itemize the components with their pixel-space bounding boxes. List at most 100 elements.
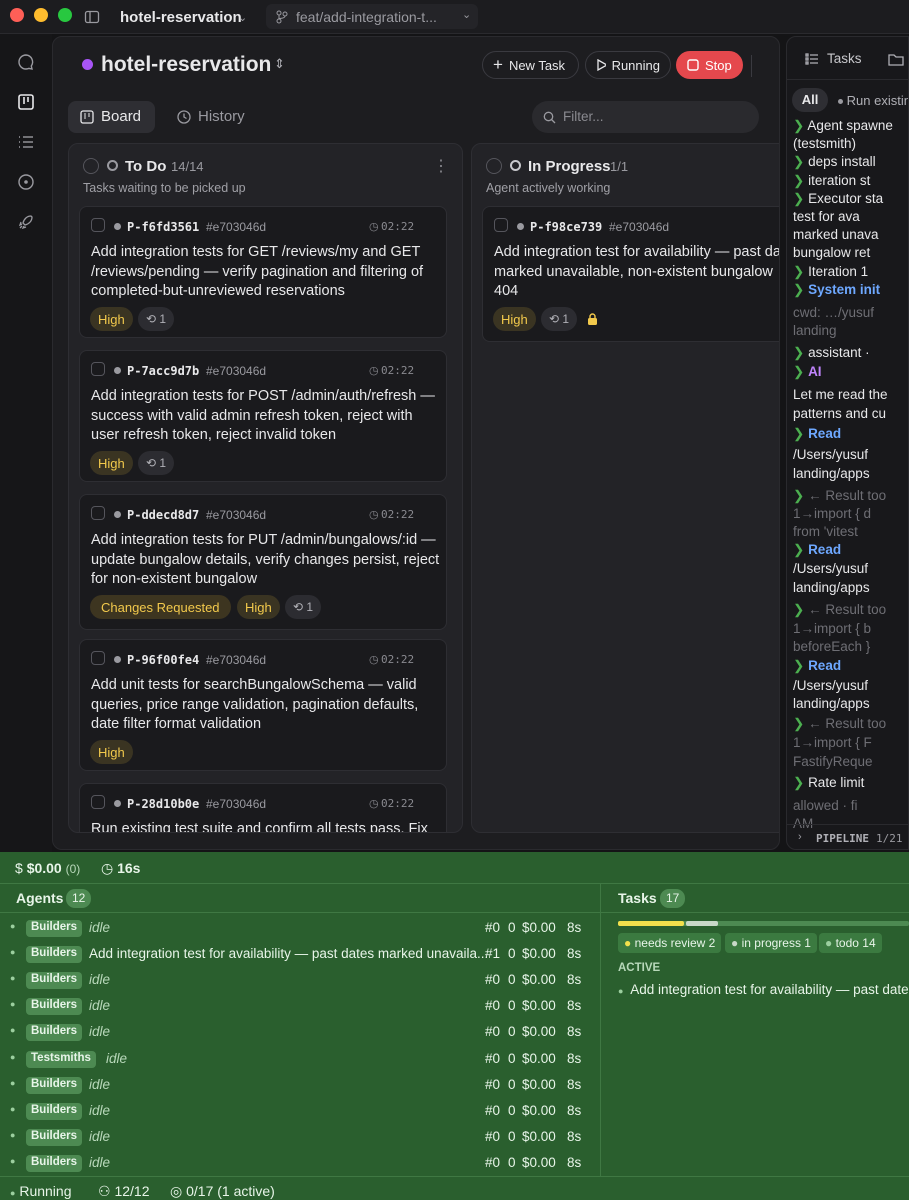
agent-role-badge: Builders	[26, 1154, 83, 1172]
task-card[interactable]: P-96f00fe4 #e703046d ◷ 02:22 Add unit te…	[79, 639, 447, 771]
task-log-panel: Tasks All Run existin ❯ Agent spawne (te…	[786, 36, 909, 850]
log-line: /Users/yusuf	[793, 678, 869, 693]
chevron-icon: ❯	[793, 190, 805, 206]
agent-row[interactable]: ● Testsmiths idle #0 0 $0.00 8s	[0, 1047, 600, 1073]
more-icon[interactable]: ⋮	[433, 156, 449, 176]
folder-icon[interactable]	[888, 52, 904, 66]
task-checkbox[interactable]	[91, 651, 105, 665]
agent-task: idle	[89, 920, 111, 935]
board-icon[interactable]	[16, 92, 36, 112]
column-select-checkbox[interactable]	[486, 158, 502, 174]
agent-count: 0	[508, 1102, 516, 1118]
chip-todo[interactable]: ● todo 14	[819, 933, 882, 953]
new-task-button[interactable]: + New Task	[482, 51, 579, 79]
task-checkbox[interactable]	[91, 506, 105, 520]
task-title: Add integration tests for GET /reviews/m…	[91, 244, 424, 299]
page-title: hotel-reservation	[101, 53, 272, 76]
agent-time: 8s	[567, 946, 582, 962]
nav-rail	[0, 34, 52, 852]
pipeline-count: 1/21	[876, 832, 903, 845]
agent-count: 0	[508, 1154, 516, 1170]
divider	[601, 912, 909, 913]
agent-row[interactable]: ● Builders idle #0 0 $0.00 8s	[0, 1020, 600, 1046]
tab-board[interactable]: Board	[68, 101, 155, 133]
target-icon[interactable]	[16, 172, 36, 192]
agent-row[interactable]: ● Builders idle #0 0 $0.00 8s	[0, 1073, 600, 1099]
divider	[600, 884, 601, 1176]
task-card[interactable]: P-f98ce739 #e703046d Add integration tes…	[482, 206, 780, 342]
task-card[interactable]: P-ddecd8d7 #e703046d ◷ 02:22 Add integra…	[79, 494, 447, 630]
task-id: P-7acc9d7b	[127, 364, 200, 378]
stop-button[interactable]: Stop	[676, 51, 743, 79]
filter-all-chip[interactable]: All	[792, 88, 828, 112]
filter-run-existing-chip[interactable]: Run existin	[838, 93, 908, 108]
status-dot: ●	[10, 921, 16, 931]
agent-row[interactable]: ● Builders idle #0 0 $0.00 8s	[0, 1151, 600, 1177]
agent-row[interactable]: ● Builders idle #0 0 $0.00 8s	[0, 1099, 600, 1125]
task-title: Add integration test for availability — …	[494, 244, 780, 299]
divider	[0, 912, 600, 913]
task-card[interactable]: P-7acc9d7b #e703046d ◷ 02:22 Add integra…	[79, 350, 447, 482]
divider	[751, 55, 752, 77]
sidebar-toggle-icon[interactable]	[84, 9, 100, 25]
task-checkbox[interactable]	[91, 362, 105, 376]
agent-row[interactable]: ● Builders idle #0 0 $0.00 8s	[0, 916, 600, 942]
agent-time: 8s	[567, 920, 582, 935]
column-todo: To Do 14/14 ⋮ Tasks waiting to be picked…	[68, 143, 463, 833]
agent-count: 0	[508, 1076, 516, 1092]
play-icon	[597, 59, 606, 71]
task-title: Add integration tests for PUT /admin/bun…	[91, 532, 440, 587]
active-task[interactable]: ● Add integration test for availability …	[618, 982, 909, 997]
agent-row[interactable]: ● Builders idle #0 0 $0.00 8s	[0, 1125, 600, 1151]
tab-tasks[interactable]: Tasks	[827, 51, 862, 66]
column-in-progress: In Progress 1/1 Agent actively working P…	[471, 143, 780, 833]
agent-row[interactable]: ● Builders idle #0 0 $0.00 8s	[0, 994, 600, 1020]
project-selector[interactable]: hotel-reservation	[120, 9, 242, 26]
agent-number: #0	[485, 1024, 501, 1040]
task-checkbox[interactable]	[494, 218, 508, 232]
log-line: ❯ ← Result too	[793, 602, 887, 617]
agent-task: idle	[89, 1102, 111, 1118]
task-title: Run existing test suite and confirm all …	[91, 821, 428, 833]
pipeline-bar[interactable]: › PIPELINE 1/21	[787, 824, 908, 849]
zoom-window-button[interactable]	[58, 8, 72, 22]
chat-icon[interactable]	[16, 52, 36, 72]
chip-in-progress[interactable]: ● in progress 1	[725, 933, 817, 953]
agent-number: #0	[485, 1102, 501, 1118]
agent-count: 0	[508, 946, 516, 962]
list-icon[interactable]	[16, 132, 36, 152]
task-card[interactable]: P-28d10b0e #e703046d ◷ 02:22 Run existin…	[79, 783, 447, 833]
status-dot	[114, 223, 121, 230]
active-label: ACTIVE	[618, 962, 661, 974]
branch-selector[interactable]: feat/add-integration-t... ⌄	[266, 4, 478, 29]
agent-count: 0	[508, 972, 516, 988]
tab-history[interactable]: History	[165, 101, 255, 133]
filter-input[interactable]: Filter...	[532, 101, 759, 133]
agent-cost: $0.00	[522, 1128, 556, 1144]
column-select-checkbox[interactable]	[83, 158, 99, 174]
chevron-icon: ❯	[793, 602, 809, 617]
log-line: FastifyReque	[793, 754, 873, 769]
log-line: /Users/yusuf	[793, 447, 869, 462]
agent-task: idle	[89, 1024, 111, 1040]
task-checkbox[interactable]	[91, 795, 105, 809]
close-window-button[interactable]	[10, 8, 24, 22]
log-line: ❯ AI	[793, 364, 822, 379]
stop-icon	[687, 59, 699, 71]
rocket-icon[interactable]	[16, 212, 36, 232]
agent-time: 8s	[567, 998, 582, 1014]
chip-needs-review[interactable]: ● needs review 2	[618, 933, 722, 953]
log-line: from 'vitest	[793, 524, 858, 539]
chevron-icon: ❯	[793, 172, 805, 188]
task-card[interactable]: P-f6fd3561 #e703046d ◷ 02:22 Add integra…	[79, 206, 447, 338]
agent-time: 8s	[567, 1024, 582, 1040]
agent-row[interactable]: ● Builders Add integration test for availa…	[0, 942, 600, 968]
check-circle-icon: ◎	[170, 1183, 183, 1199]
agent-row[interactable]: ● Builders idle #0 0 $0.00 8s	[0, 968, 600, 994]
chevron-updown-icon[interactable]: ⇕	[274, 56, 285, 72]
minimize-window-button[interactable]	[34, 8, 48, 22]
task-checkbox[interactable]	[91, 218, 105, 232]
log-line: beforeEach }	[793, 639, 871, 654]
running-button[interactable]: Running	[585, 51, 671, 79]
chevron-down-icon[interactable]: ⌄	[238, 11, 247, 24]
